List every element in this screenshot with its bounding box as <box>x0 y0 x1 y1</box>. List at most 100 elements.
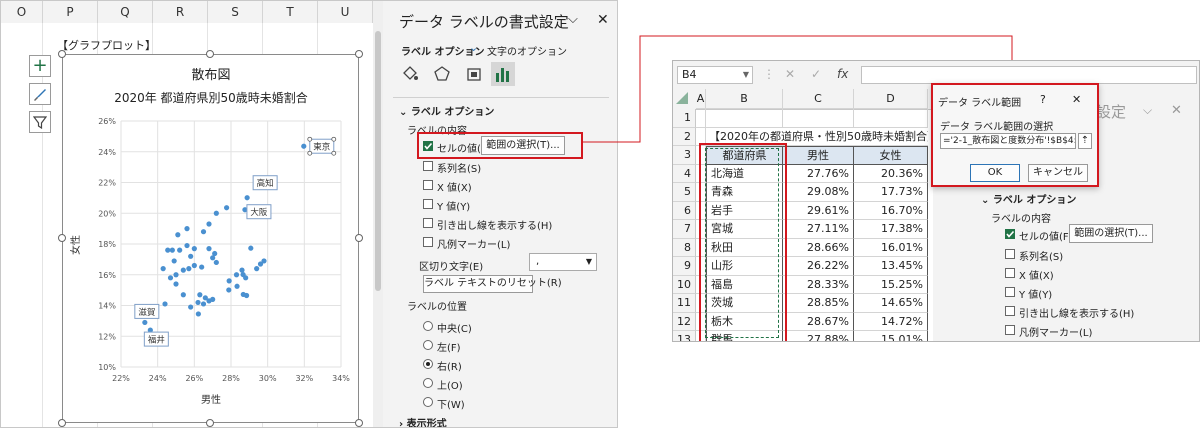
section-label-options[interactable]: ⌄ ラベル オプション <box>399 103 494 118</box>
row-header[interactable]: 3 <box>673 146 696 165</box>
chevron-down-icon[interactable]: ⌄ <box>469 41 478 54</box>
table-cell-value[interactable]: 29.08% <box>783 183 854 202</box>
table-cell-value[interactable]: 17.73% <box>854 183 928 202</box>
resize-handle-top[interactable] <box>206 50 214 58</box>
right-checkbox-leader-lines[interactable] <box>1005 306 1015 316</box>
option-label-leader-lines[interactable]: 引き出し線を表示する(H) <box>437 217 552 232</box>
table-cell-value[interactable]: 27.76% <box>783 164 854 183</box>
option-label-y-value[interactable]: Y 値(Y) <box>437 198 470 213</box>
checkbox-x-value[interactable] <box>423 180 433 190</box>
column-header-o[interactable]: O <box>1 1 43 23</box>
table-cell-value[interactable]: 27.88% <box>783 331 854 341</box>
checkbox-y-value[interactable] <box>423 199 433 209</box>
row-header[interactable]: 5 <box>673 183 696 202</box>
label-options-tab-selected[interactable] <box>491 62 515 86</box>
row-header[interactable]: 10 <box>673 275 696 294</box>
right-option-series-name[interactable]: 系列名(S) <box>1019 248 1063 263</box>
scatter-chart[interactable]: 散布図 2020年 都道府県別50歳時未婚割合 男性 女性 10% 12% 14% 1… <box>62 54 359 423</box>
right-section-label-options[interactable]: ⌄ ラベル オプション <box>981 191 1076 206</box>
column-header-t[interactable]: T <box>263 1 318 23</box>
select-all-corner[interactable] <box>676 92 688 104</box>
cancel-x-icon[interactable]: ✕ <box>785 67 795 81</box>
table-cell-empty[interactable] <box>706 109 783 128</box>
column-header-a[interactable]: A <box>696 89 706 109</box>
table-cell-value[interactable]: 28.66% <box>783 238 854 257</box>
position-label-left[interactable]: 左(F) <box>437 339 461 354</box>
table-cell-value[interactable]: 13.45% <box>854 257 928 276</box>
table-cell-empty[interactable] <box>854 109 928 128</box>
radio-left[interactable] <box>423 340 433 350</box>
row-header[interactable]: 12 <box>673 312 696 331</box>
row-header[interactable]: 2 <box>673 127 696 146</box>
chart-filter-button[interactable] <box>29 111 51 133</box>
row-header[interactable]: 6 <box>673 201 696 220</box>
column-header-r[interactable]: R <box>153 1 208 23</box>
option-label-legend-key[interactable]: 凡例マーカー(L) <box>437 236 510 251</box>
table-cell-value[interactable]: 14.72% <box>854 312 928 331</box>
table-header[interactable]: 男性 <box>783 146 854 165</box>
table-header[interactable]: 女性 <box>854 146 928 165</box>
right-option-legend-key[interactable]: 凡例マーカー(L) <box>1019 324 1092 339</box>
right-checkbox-legend-key[interactable] <box>1005 325 1015 335</box>
row-header[interactable]: 11 <box>673 294 696 313</box>
option-label-x-value[interactable]: X 値(X) <box>437 179 472 194</box>
right-checkbox-cell-value[interactable] <box>1005 229 1015 239</box>
resize-handle-top-left[interactable] <box>58 50 66 58</box>
column-header-c[interactable]: C <box>783 89 854 109</box>
row-header[interactable]: 1 <box>673 109 696 128</box>
row-header[interactable]: 8 <box>673 238 696 257</box>
right-checkbox-series-name[interactable] <box>1005 249 1015 259</box>
table-cell-value[interactable]: 28.67% <box>783 312 854 331</box>
table-cell-value[interactable]: 15.01% <box>854 331 928 341</box>
fx-icon[interactable]: fx <box>837 67 848 81</box>
row-header[interactable]: 4 <box>673 164 696 183</box>
checkbox-leader-lines[interactable] <box>423 218 433 228</box>
position-label-right[interactable]: 右(R) <box>437 358 462 373</box>
name-box[interactable]: B4 ▼ <box>677 66 753 84</box>
column-header-q[interactable]: Q <box>98 1 153 23</box>
checkbox-legend-key[interactable] <box>423 237 433 247</box>
table-cell-value[interactable]: 28.85% <box>783 294 854 313</box>
radio-above[interactable] <box>423 378 433 388</box>
radio-below[interactable] <box>423 397 433 407</box>
table-cell-value[interactable]: 15.25% <box>854 275 928 294</box>
column-header-u[interactable]: U <box>318 1 373 23</box>
column-header-d[interactable]: D <box>854 89 928 109</box>
resize-handle-right[interactable] <box>355 234 363 242</box>
scrollbar-thumb[interactable] <box>375 31 381 291</box>
resize-handle-top-right[interactable] <box>355 50 363 58</box>
checkbox-series-name[interactable] <box>423 161 433 171</box>
table-cell-value[interactable]: 14.65% <box>854 294 928 313</box>
position-label-center[interactable]: 中央(C) <box>437 320 472 335</box>
column-header-s[interactable]: S <box>208 1 263 23</box>
size-properties-icon[interactable] <box>465 65 483 83</box>
table-cell-value[interactable]: 27.11% <box>783 220 854 239</box>
table-cell-value[interactable]: 16.01% <box>854 238 928 257</box>
table-cell-value[interactable]: 28.33% <box>783 275 854 294</box>
radio-right[interactable] <box>423 359 433 369</box>
fill-line-icon[interactable] <box>401 65 419 83</box>
position-label-below[interactable]: 下(W) <box>437 396 465 411</box>
right-checkbox-y-value[interactable] <box>1005 287 1015 297</box>
table-cell-value[interactable]: 29.61% <box>783 201 854 220</box>
column-header-b[interactable]: B <box>706 89 783 109</box>
resize-handle-left[interactable] <box>58 234 66 242</box>
resize-handle-bottom-right[interactable] <box>355 419 363 427</box>
chart-styles-button[interactable] <box>29 83 51 105</box>
radio-center[interactable] <box>423 321 433 331</box>
table-cell-value[interactable]: 17.38% <box>854 220 928 239</box>
effects-pentagon-icon[interactable] <box>433 65 451 83</box>
position-label-above[interactable]: 上(O) <box>437 377 463 392</box>
resize-handle-bottom[interactable] <box>206 419 214 427</box>
chart-elements-button[interactable]: + <box>29 55 51 77</box>
row-header[interactable]: 7 <box>673 220 696 239</box>
right-checkbox-x-value[interactable] <box>1005 268 1015 278</box>
resize-handle-bottom-left[interactable] <box>58 419 66 427</box>
separator-select[interactable]: , ▼ <box>529 253 597 271</box>
right-select-range-button[interactable]: 範囲の選択(T)... <box>1069 224 1153 243</box>
chevron-down-icon[interactable]: ⌵ <box>1143 103 1152 118</box>
right-option-y-value[interactable]: Y 値(Y) <box>1019 286 1052 301</box>
option-label-series-name[interactable]: 系列名(S) <box>437 160 481 175</box>
enter-check-icon[interactable]: ✓ <box>811 67 821 81</box>
right-option-cell-value[interactable]: セルの値(F) <box>1019 228 1073 243</box>
